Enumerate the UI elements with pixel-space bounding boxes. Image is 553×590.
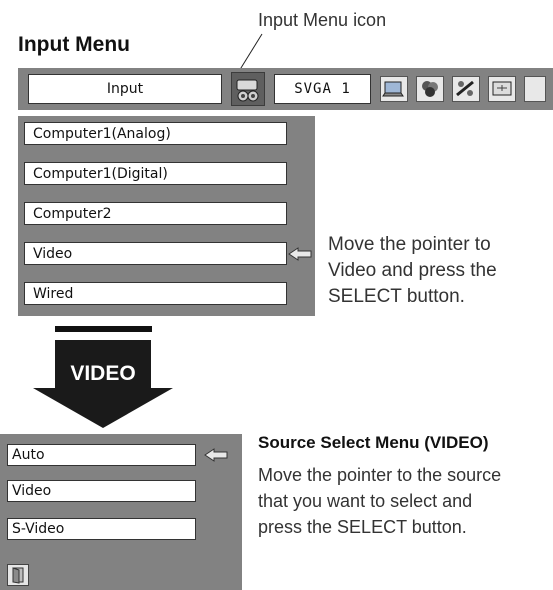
screen-icon[interactable] [380,76,408,102]
menu-title-input: Input [28,74,222,104]
exit-icon[interactable] [7,564,29,586]
transition-label: VIDEO [70,362,136,385]
pointer-arrow-icon [204,448,228,462]
arrow-bar [55,326,152,332]
input-source-display: SVGA 1 [274,74,371,104]
list-item-computer1-digital[interactable]: Computer1(Digital) [24,162,287,185]
page-title: Input Menu [18,33,130,56]
source-select-title: Source Select Menu (VIDEO) [258,433,489,452]
setting-icon[interactable] [488,76,516,102]
color-icon[interactable] [416,76,444,102]
source-select-panel: Auto Video S-Video [0,434,242,590]
input-menu-icon[interactable] [231,72,265,106]
list-item-auto[interactable]: Auto [7,444,196,466]
list-item-wired[interactable]: Wired [24,282,287,305]
more-icon[interactable] [524,76,546,102]
list-item-video[interactable]: Video [24,242,287,265]
adjust-icon[interactable] [452,76,480,102]
list-item-computer2[interactable]: Computer2 [24,202,287,225]
instruction-select-video: Move the pointer to Video and press the … [328,234,497,307]
input-list-panel: Computer1(Analog) Computer1(Digital) Com… [18,116,315,316]
list-item-s-video[interactable]: S-Video [7,518,196,540]
instruction-select-source: Move the pointer to the source that you … [258,465,502,537]
list-item-computer1-analog[interactable]: Computer1(Analog) [24,122,287,145]
menu-bar: Input SVGA 1 [18,68,553,110]
pointer-arrow-icon [288,247,312,261]
list-item-video-2[interactable]: Video [7,480,196,502]
